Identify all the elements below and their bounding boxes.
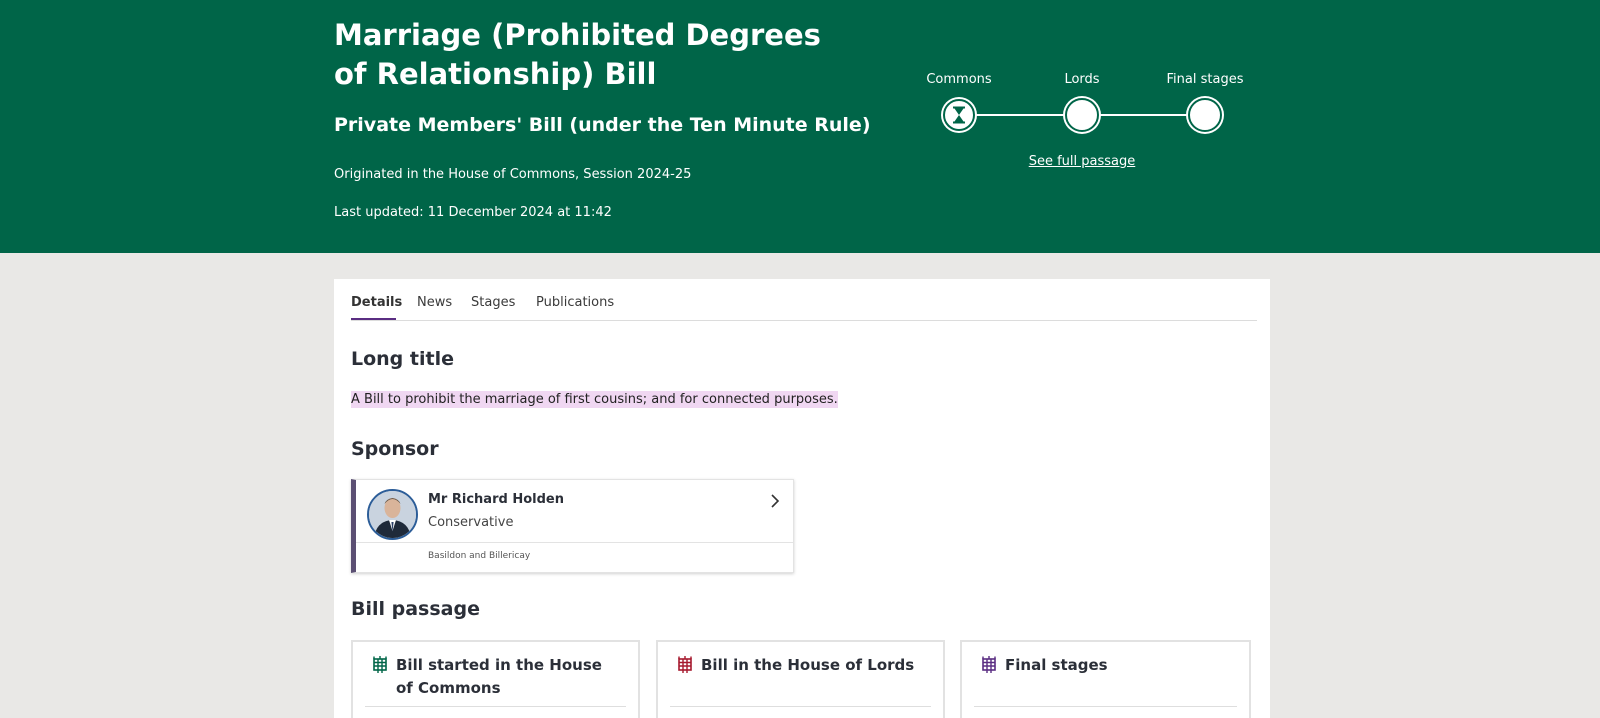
portcullis-icon: [373, 656, 387, 673]
last-updated: Last updated: 11 December 2024 at 11:42: [334, 205, 612, 220]
avatar: [367, 489, 418, 540]
track-connector: [1099, 114, 1188, 116]
stage-label-final: Final stages: [1166, 72, 1244, 87]
passage-card-divider: [670, 706, 931, 707]
hourglass-icon: [953, 106, 965, 124]
bill-title: Marriage (Prohibited Degrees of Relation…: [334, 18, 821, 91]
stage-node-final: [1188, 98, 1222, 132]
passage-card-title: Bill in the House of Lords: [701, 656, 915, 674]
sponsor-name: Mr Richard Holden: [428, 492, 564, 507]
stage-node-lords: [1065, 98, 1099, 132]
passage-card-divider: [365, 706, 626, 707]
sponsor-heading: Sponsor: [351, 438, 439, 460]
sponsor-card[interactable]: Mr Richard Holden Conservative Basildon …: [351, 479, 794, 573]
sponsor-divider: [356, 542, 793, 543]
sponsor-party: Conservative: [428, 515, 514, 530]
bill-header: Marriage (Prohibited Degrees of Relation…: [0, 0, 1600, 253]
long-title-heading: Long title: [351, 348, 454, 370]
chevron-right-icon: [771, 494, 780, 508]
stage-progress-tracker: Commons Lords Final stages See full pass…: [900, 66, 1260, 186]
passage-card-title: Bill started in the House of Commons: [396, 656, 602, 697]
track-connector: [976, 114, 1065, 116]
portcullis-icon: [678, 656, 692, 673]
passage-card-lords: Bill in the House of Lords: [656, 640, 945, 718]
bill-type: Private Members' Bill (under the Ten Min…: [334, 114, 871, 136]
bill-passage-heading: Bill passage: [351, 598, 480, 620]
bill-tabs: Details News Stages Publications: [351, 279, 1257, 321]
sponsor-constituency: Basildon and Billericay: [428, 551, 531, 561]
details-card: Details News Stages Publications Long ti…: [334, 279, 1270, 718]
tab-publications[interactable]: Publications: [536, 295, 614, 310]
passage-card-title: Final stages: [1005, 656, 1108, 674]
active-tab-indicator: [351, 318, 396, 320]
stage-node-commons: [943, 99, 975, 131]
tab-news[interactable]: News: [417, 295, 452, 310]
see-full-passage-link[interactable]: See full passage: [1029, 154, 1136, 169]
portcullis-icon: [982, 656, 996, 673]
bill-origin: Originated in the House of Commons, Sess…: [334, 167, 692, 182]
passage-card-final: Final stages: [960, 640, 1251, 718]
tab-stages[interactable]: Stages: [471, 295, 515, 310]
passage-card-divider: [974, 706, 1237, 707]
tab-details[interactable]: Details: [351, 295, 402, 310]
long-title-text: A Bill to prohibit the marriage of first…: [351, 391, 838, 408]
stage-label-commons: Commons: [926, 72, 992, 87]
passage-card-commons: Bill started in the House of Commons: [351, 640, 640, 718]
stage-label-lords: Lords: [1064, 72, 1100, 87]
